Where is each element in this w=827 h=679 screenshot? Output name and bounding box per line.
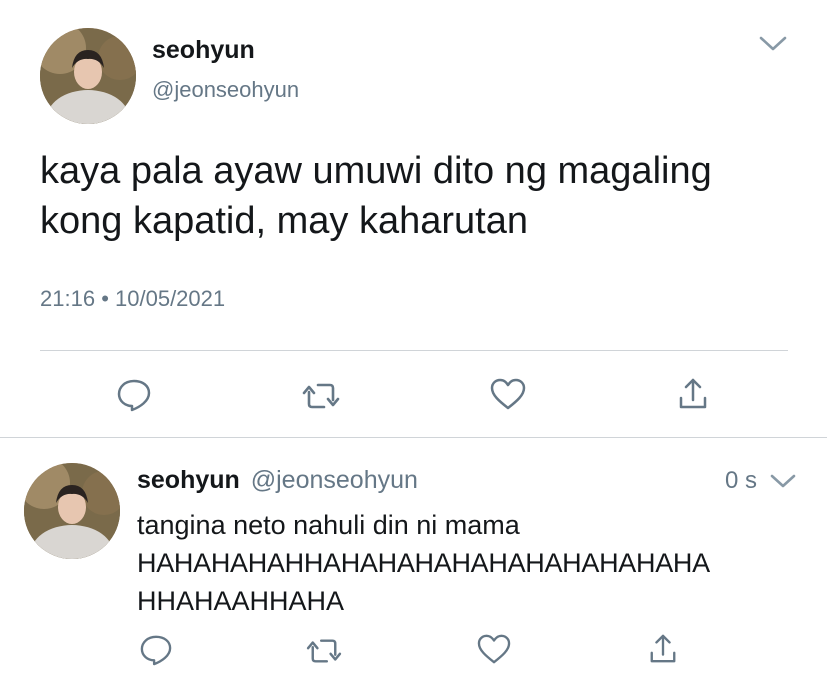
reply-text-line: HHAHAAHHAHA: [137, 586, 345, 616]
main-handle[interactable]: @jeonseohyun: [152, 77, 299, 103]
chevron-down-icon[interactable]: [769, 472, 797, 490]
heart-icon[interactable]: [489, 377, 527, 411]
main-tweet-text: kaya pala ayaw umuwi dito ng magaling ko…: [40, 146, 712, 246]
reply-text-line: tangina neto nahuli din ni mama: [137, 510, 520, 540]
reply-tweet-text: tangina neto nahuli din ni mama HAHAHAHA…: [137, 506, 710, 620]
tweet-timestamp[interactable]: 21:16 • 10/05/2021: [40, 286, 225, 312]
reply-age[interactable]: 0 s: [725, 467, 757, 495]
timestamp-separator: •: [101, 286, 109, 311]
chevron-down-icon[interactable]: [758, 34, 788, 54]
main-avatar[interactable]: [40, 28, 136, 124]
reply-icon[interactable]: [116, 378, 152, 412]
section-divider: [0, 437, 827, 438]
reply-header: seohyun @jeonseohyun: [137, 466, 418, 495]
tweet-date: 10/05/2021: [115, 286, 226, 311]
retweet-icon[interactable]: [306, 636, 342, 666]
reply-avatar[interactable]: [24, 463, 120, 559]
share-icon[interactable]: [648, 632, 678, 666]
share-icon[interactable]: [677, 376, 709, 412]
main-tweet-text-line: kaya pala ayaw umuwi dito ng magaling: [40, 150, 712, 192]
main-tweet-text-line: kong kapatid, may kaharutan: [40, 200, 528, 242]
heart-icon[interactable]: [476, 633, 512, 665]
reply-display-name[interactable]: seohyun: [137, 466, 240, 494]
tweet-time: 21:16: [40, 286, 96, 311]
main-tweet-divider: [40, 350, 788, 351]
retweet-icon[interactable]: [302, 380, 340, 412]
reply-icon[interactable]: [139, 634, 173, 666]
reply-text-line: HAHAHAHAHHAHAHAHAHAHAHAHAHAHAHA: [137, 548, 710, 578]
reply-handle[interactable]: @jeonseohyun: [251, 466, 418, 494]
main-display-name[interactable]: seohyun: [152, 36, 255, 65]
